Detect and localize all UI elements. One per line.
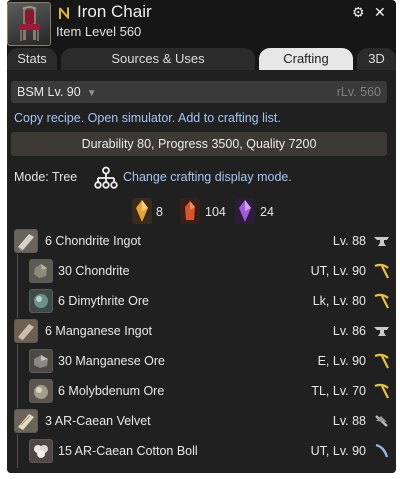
list-item[interactable]: 6 Chondrite Ingot Lv. 88 — [7, 226, 396, 256]
job-level-select[interactable]: BSM Lv. 90 ▼ — [17, 85, 97, 99]
settings-icon[interactable]: ⚙ — [352, 5, 365, 19]
anvil-icon — [373, 323, 390, 339]
list-item[interactable]: 3 AR-Caean Velvet Lv. 88 — [7, 406, 396, 436]
anvil-icon — [373, 233, 390, 249]
material-level: Lv. 86 — [332, 324, 366, 338]
recipe-bar: BSM Lv. 90 ▼ rLv. 560 — [11, 81, 387, 103]
list-item[interactable]: 6 Dimythrite Ore Lk, Lv. 80 — [7, 284, 396, 318]
material-level: Lv. 88 — [332, 414, 366, 428]
cloth-icon — [14, 409, 38, 433]
tab-crafting[interactable]: Crafting — [259, 48, 353, 70]
wind-cluster-icon — [235, 198, 255, 224]
tab-bar: Stats Sources & Uses Crafting 3D — [7, 48, 396, 70]
ore-icon — [29, 349, 53, 373]
crystal-count: 8 — [156, 205, 163, 219]
ore-icon — [29, 379, 53, 403]
list-item[interactable]: 6 Manganese Ingot Lv. 86 — [7, 316, 396, 346]
item-detail-window: Iron Chair Item Level 560 ⚙ ✕ Stats Sour… — [7, 0, 396, 473]
tree-mode-icon[interactable] — [94, 166, 118, 190]
list-item[interactable]: 15 AR-Caean Cotton Boll UT, Lv. 90 — [7, 434, 396, 468]
tab-3d[interactable]: 3D — [357, 48, 396, 70]
material-level: UT, Lv. 90 — [310, 444, 366, 458]
pickaxe-icon — [373, 293, 390, 309]
item-level: Item Level 560 — [56, 24, 142, 39]
tab-stats[interactable]: Stats — [7, 48, 57, 70]
item-name: Iron Chair — [77, 2, 152, 21]
material-level: Lv. 88 — [332, 234, 366, 248]
chevron-down-icon: ▼ — [86, 88, 97, 99]
material-name: 30 Chondrite — [58, 264, 130, 278]
item-header: Iron Chair Item Level 560 ⚙ ✕ — [7, 0, 396, 48]
mode-label: Mode: Tree — [14, 170, 78, 184]
crystal-count: 104 — [205, 205, 226, 219]
list-item[interactable]: 30 Chondrite UT, Lv. 90 — [7, 254, 396, 288]
pickaxe-icon — [373, 353, 390, 369]
sickle-icon — [373, 443, 390, 459]
crafting-panel: BSM Lv. 90 ▼ rLv. 560 Copy recipe. Open s… — [7, 70, 396, 473]
open-simulator-link[interactable]: Open simulator. — [88, 111, 176, 125]
recipe-level: rLv. 560 — [336, 85, 381, 99]
tab-sources-uses[interactable]: Sources & Uses — [61, 48, 255, 70]
material-name: 3 AR-Caean Velvet — [45, 414, 151, 428]
add-to-crafting-list-link[interactable]: Add to crafting list. — [178, 111, 281, 125]
cotton-icon — [29, 439, 53, 463]
material-level: TL, Lv. 70 — [311, 384, 366, 398]
material-name: 30 Manganese Ore — [58, 354, 166, 368]
material-level: E, Lv. 90 — [317, 354, 366, 368]
material-name: 6 Molybdenum Ore — [58, 384, 165, 398]
material-level: UT, Lv. 90 — [310, 264, 366, 278]
ore-icon — [29, 259, 53, 283]
copy-recipe-link[interactable]: Copy recipe. — [14, 111, 84, 125]
list-item[interactable]: 6 Molybdenum Ore TL, Lv. 70 — [7, 374, 396, 408]
crystal-count: 24 — [260, 205, 274, 219]
close-icon[interactable]: ✕ — [374, 5, 386, 19]
material-level: Lk, Lv. 80 — [312, 294, 366, 308]
material-name: 6 Dimythrite Ore — [58, 294, 149, 308]
pickaxe-icon — [373, 263, 390, 279]
recipe-actions: Copy recipe. Open simulator. Add to craf… — [14, 111, 281, 125]
material-name: 15 AR-Caean Cotton Boll — [58, 444, 198, 458]
fire-cluster-icon — [180, 198, 200, 224]
pickaxe-icon — [373, 383, 390, 399]
job-level-value: BSM Lv. 90 — [17, 85, 81, 99]
ore-icon — [29, 289, 53, 313]
hq-icon — [56, 5, 72, 21]
material-name: 6 Manganese Ingot — [45, 324, 153, 338]
change-display-mode-link[interactable]: Change crafting display mode. — [123, 170, 292, 184]
material-name: 6 Chondrite Ingot — [45, 234, 141, 248]
recipe-stats: Durability 80, Progress 3500, Quality 72… — [11, 132, 387, 156]
iron-chair-icon — [7, 2, 51, 46]
needle-icon — [373, 413, 390, 429]
ingot-icon — [14, 229, 38, 253]
ingot-icon — [14, 319, 38, 343]
list-item[interactable]: 30 Manganese Ore E, Lv. 90 — [7, 344, 396, 378]
fire-crystal-icon — [132, 198, 152, 224]
